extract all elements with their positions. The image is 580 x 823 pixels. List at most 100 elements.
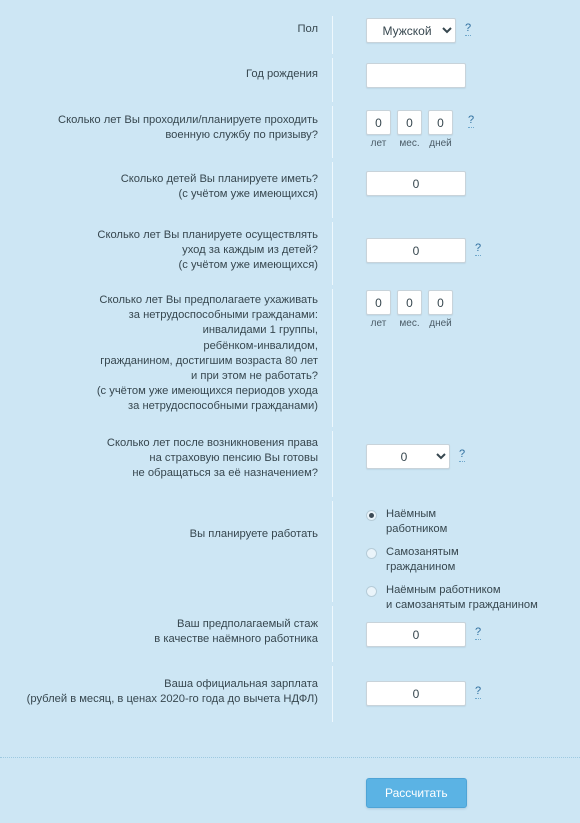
- disabled-care-days-cell: дней: [428, 290, 453, 330]
- pension-delay-control-col: 0 ?: [333, 429, 580, 469]
- disabled-care-days-input[interactable]: [428, 290, 453, 315]
- work-plan-option-employee-line2: работником: [386, 522, 448, 535]
- disabled-care-months-input[interactable]: [397, 290, 422, 315]
- pension-delay-label-line1: Сколько лет после возникновения права: [106, 437, 318, 449]
- form-row-children-count: Сколько детей Вы планируете иметь? (с уч…: [0, 160, 580, 220]
- form-row-salary: Ваша официальная зарплата (рублей в меся…: [0, 664, 580, 724]
- disabled-care-control-col: лет мес. дней: [333, 287, 580, 330]
- work-plan-option-selfemployed-label: Самозанятым гражданином: [386, 545, 459, 574]
- disabled-care-label-line3: инвалидами 1 группы,: [202, 324, 318, 337]
- birth-year-control-col: [333, 56, 580, 88]
- children-care-help-icon[interactable]: ?: [475, 242, 482, 256]
- form-row-military-service: Сколько лет Вы проходили/планируете прох…: [0, 104, 580, 160]
- military-days-cell: дней: [428, 110, 453, 150]
- salary-label-col: Ваша официальная зарплата (рублей в меся…: [0, 664, 332, 707]
- military-control-col: лет мес. дней ?: [333, 104, 580, 150]
- work-plan-control-col: Наёмным работником Самозанятым гражданин…: [333, 499, 580, 612]
- form-row-pension-delay: Сколько лет после возникновения права на…: [0, 429, 580, 499]
- form-row-work-plan: Вы планируете работать Наёмным работнико…: [0, 499, 580, 611]
- form-footer: Рассчитать: [0, 778, 580, 808]
- disabled-care-label-line1: Сколько лет Вы предполагаете ухаживать: [99, 294, 318, 306]
- pension-delay-help-icon[interactable]: ?: [459, 448, 466, 462]
- footer-separator: [0, 757, 580, 758]
- salary-input[interactable]: [366, 681, 466, 706]
- children-care-control-col: ?: [333, 220, 580, 263]
- form-row-birth-year: Год рождения: [0, 56, 580, 104]
- footer-spacer: [0, 778, 366, 808]
- military-label-line1: Сколько лет Вы проходили/планируете прох…: [57, 114, 318, 126]
- disabled-care-months-unit: мес.: [399, 318, 420, 329]
- radio-selected-icon[interactable]: [366, 510, 377, 521]
- salary-help-icon[interactable]: ?: [475, 685, 482, 699]
- birth-year-input[interactable]: [366, 63, 466, 88]
- military-help-icon[interactable]: ?: [468, 114, 475, 128]
- gender-control-col: Мужской ?: [333, 14, 580, 43]
- birth-year-label: Год рождения: [246, 68, 318, 80]
- work-plan-option-both-line1: Наёмным работником: [386, 584, 501, 596]
- work-plan-option-selfemployed-line2: гражданином: [386, 560, 456, 573]
- pension-delay-select[interactable]: 0: [366, 444, 450, 469]
- children-count-label-line2: (с учётом уже имеющихся): [178, 188, 318, 201]
- gender-label: Пол: [297, 23, 318, 35]
- pension-delay-label-line3: не обращаться за её назначением?: [132, 467, 318, 480]
- military-days-unit: дней: [429, 138, 452, 149]
- military-days-input[interactable]: [428, 110, 453, 135]
- children-care-label-col: Сколько лет Вы планируете осуществлять у…: [0, 220, 332, 274]
- disabled-care-duration-group: лет мес. дней: [366, 290, 459, 330]
- form-row-disabled-care: Сколько лет Вы предполагаете ухаживать з…: [0, 287, 580, 429]
- radio-unselected-icon[interactable]: [366, 586, 377, 597]
- disabled-care-months-cell: мес.: [397, 290, 422, 330]
- disabled-care-days-unit: дней: [429, 318, 452, 329]
- disabled-care-years-input[interactable]: [366, 290, 391, 315]
- disabled-care-label-line2: за нетрудоспособными гражданами:: [128, 309, 318, 322]
- salary-label-line1: Ваша официальная зарплата: [164, 678, 318, 690]
- children-care-label-line1: Сколько лет Вы планируете осуществлять: [97, 229, 318, 241]
- gender-label-col: Пол: [0, 14, 332, 37]
- gender-help-icon[interactable]: ?: [465, 22, 472, 36]
- form-row-gender: Пол Мужской ?: [0, 14, 580, 56]
- pension-calculator-form: Пол Мужской ? Год рождения Сколько лет В…: [0, 0, 580, 823]
- birth-year-label-col: Год рождения: [0, 56, 332, 82]
- disabled-care-label-col: Сколько лет Вы предполагаете ухаживать з…: [0, 287, 332, 415]
- gender-select[interactable]: Мужской: [366, 18, 456, 43]
- disabled-care-label-line5: гражданином, достигшим возраста 80 лет: [100, 354, 318, 367]
- disabled-care-years-unit: лет: [370, 318, 387, 329]
- children-count-control-col: [333, 160, 580, 196]
- military-duration-group: лет мес. дней: [366, 110, 459, 150]
- employee-years-label-line2: в качестве наёмного работника: [154, 633, 318, 646]
- disabled-care-label-line7: (с учётом уже имеющихся периодов ухода: [96, 385, 318, 398]
- children-count-input[interactable]: [366, 171, 466, 196]
- military-months-unit: мес.: [399, 138, 420, 149]
- military-years-unit: лет: [370, 138, 387, 149]
- work-plan-label-col: Вы планируете работать: [0, 499, 332, 542]
- pension-delay-label-col: Сколько лет после возникновения права на…: [0, 429, 332, 482]
- work-plan-option-employee[interactable]: Наёмным работником: [366, 507, 538, 536]
- pension-delay-label-line2: на страховую пенсию Вы готовы: [149, 452, 318, 465]
- children-care-label-line2: уход за каждым из детей?: [182, 244, 318, 257]
- calculate-button[interactable]: Рассчитать: [366, 778, 467, 808]
- employee-years-help-icon[interactable]: ?: [475, 626, 482, 640]
- children-care-input[interactable]: [366, 238, 466, 263]
- military-months-input[interactable]: [397, 110, 422, 135]
- military-years-input[interactable]: [366, 110, 391, 135]
- work-plan-radio-group: Наёмным работником Самозанятым гражданин…: [366, 505, 538, 612]
- work-plan-option-employee-line1: Наёмным: [386, 508, 437, 520]
- salary-label-line2: (рублей в месяц, в ценах 2020-го года до…: [26, 693, 318, 706]
- military-label-line2: военную службу по призыву?: [165, 129, 318, 142]
- work-plan-option-selfemployed[interactable]: Самозанятым гражданином: [366, 545, 538, 574]
- employee-years-label-col: Ваш предполагаемый стаж в качестве наёмн…: [0, 604, 332, 647]
- children-care-label-line3: (с учётом уже имеющихся): [178, 259, 318, 272]
- radio-unselected-icon[interactable]: [366, 548, 377, 559]
- employee-years-input[interactable]: [366, 622, 466, 647]
- military-years-cell: лет: [366, 110, 391, 150]
- employee-years-label-line1: Ваш предполагаемый стаж: [176, 618, 318, 630]
- disabled-care-label-line6: и при этом не работать?: [191, 370, 318, 383]
- form-row-employee-years: Ваш предполагаемый стаж в качестве наёмн…: [0, 604, 580, 664]
- form-row-children-care: Сколько лет Вы планируете осуществлять у…: [0, 220, 580, 287]
- disabled-care-years-cell: лет: [366, 290, 391, 330]
- military-label-col: Сколько лет Вы проходили/планируете прох…: [0, 104, 332, 143]
- disabled-care-label-line8: за нетрудоспособными гражданами): [128, 400, 318, 413]
- military-months-cell: мес.: [397, 110, 422, 150]
- disabled-care-label-line4: ребёнком-инвалидом,: [203, 339, 318, 352]
- work-plan-option-employee-label: Наёмным работником: [386, 507, 447, 536]
